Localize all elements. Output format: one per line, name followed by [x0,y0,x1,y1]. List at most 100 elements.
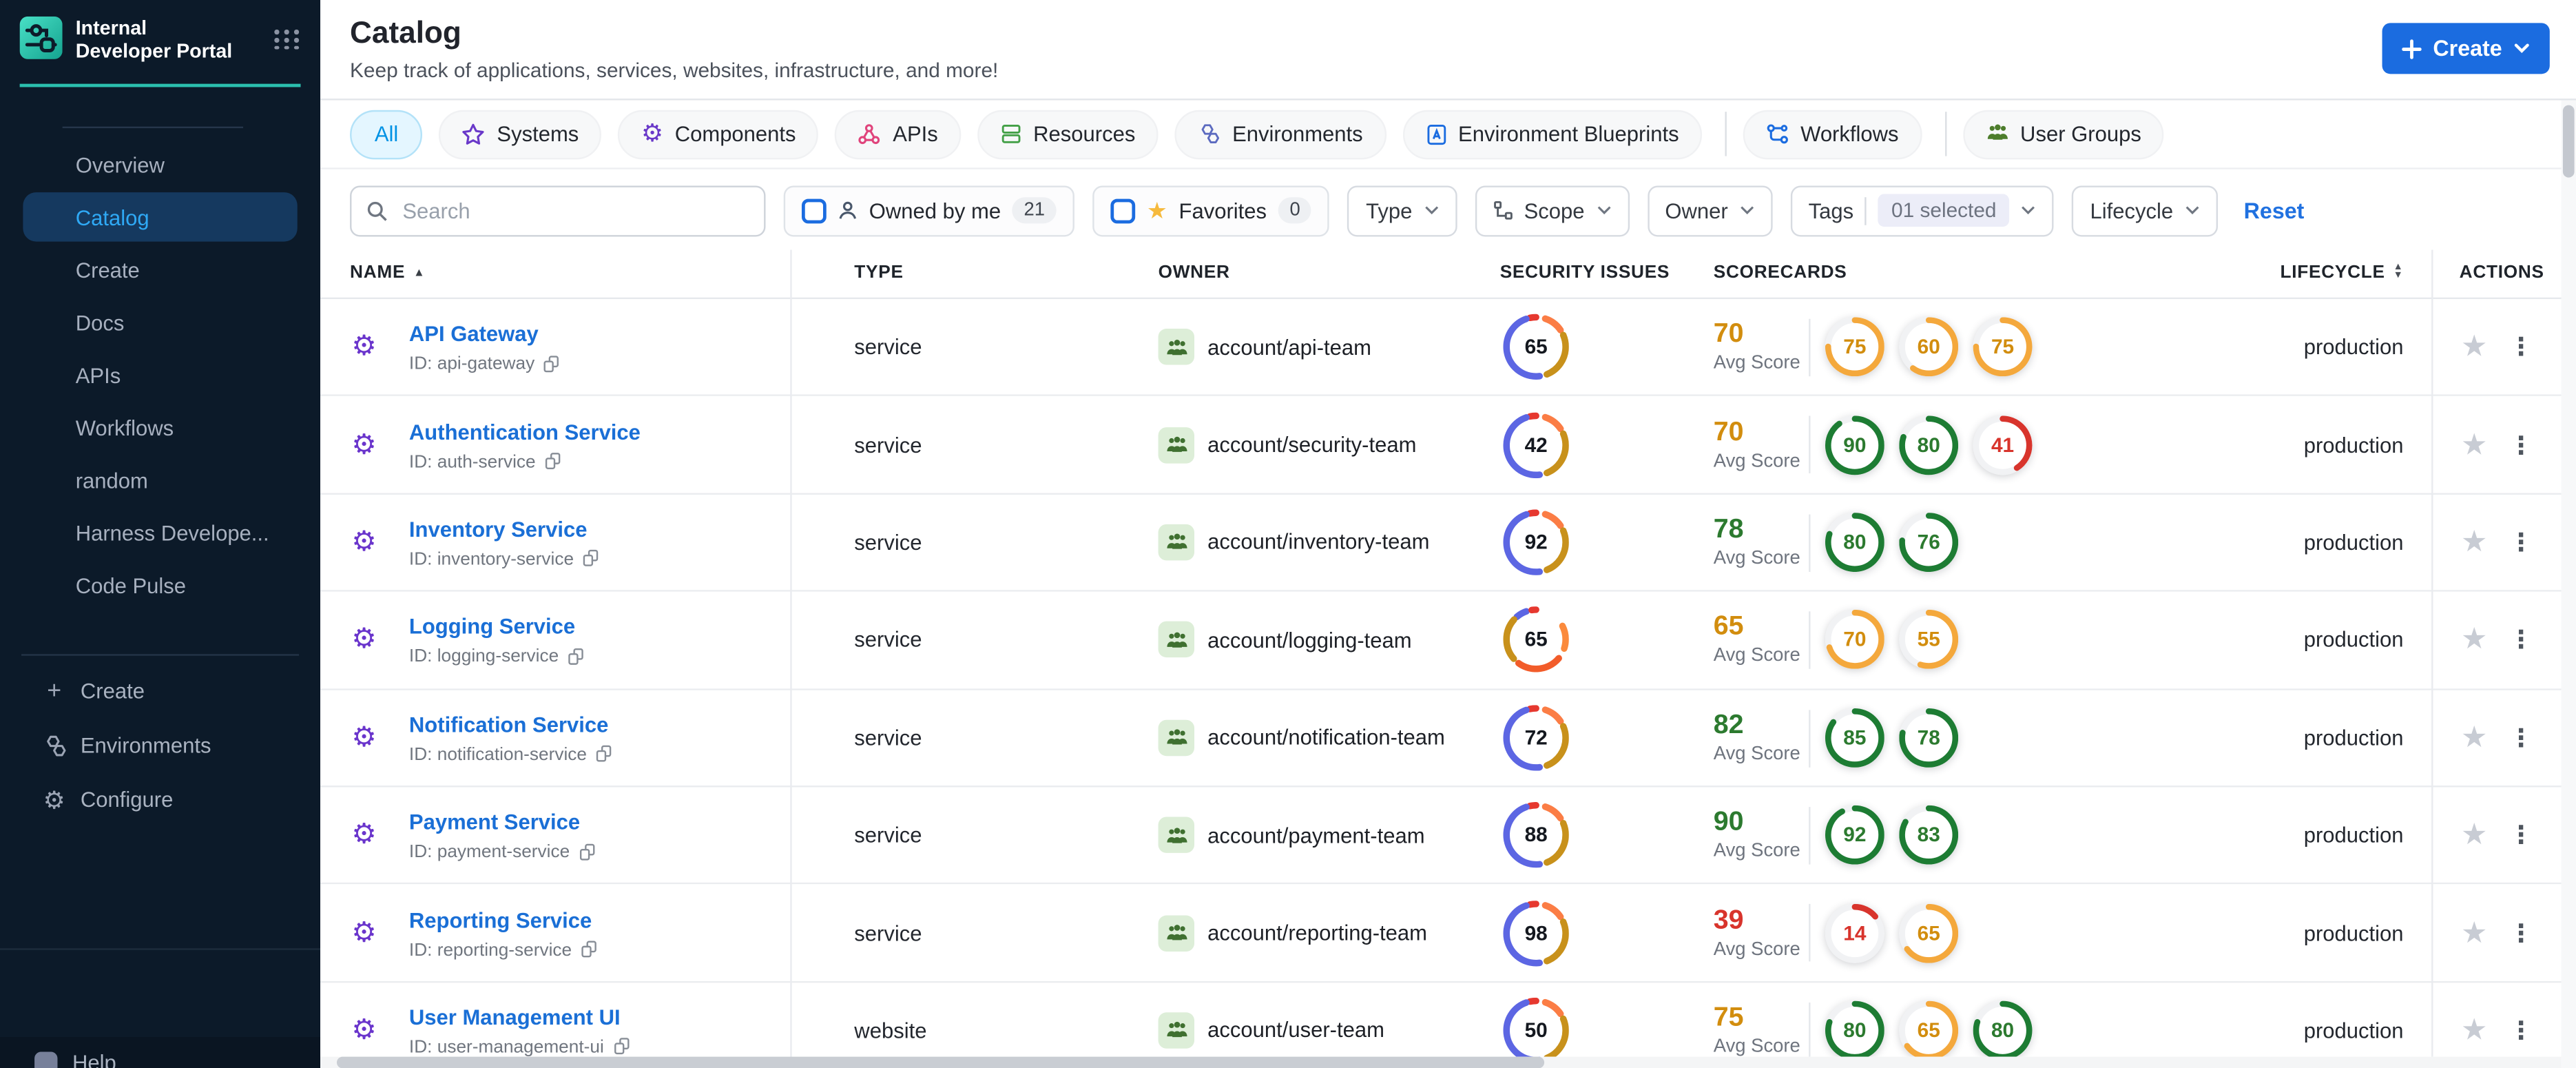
favorite-star-icon[interactable]: ★ [2461,623,2487,657]
type-dropdown[interactable]: Type [1347,185,1457,236]
scorecard-ring[interactable]: 75 [1825,317,1884,377]
scorecard-ring[interactable]: 85 [1825,708,1884,768]
scorecard-ring[interactable]: 92 [1825,805,1884,865]
sidebar-item-apis[interactable]: APIs [0,349,320,401]
security-issues-ring[interactable]: 92 [1503,509,1569,575]
tab-resources[interactable]: Resources [977,109,1159,159]
app-grid-icon[interactable] [274,29,300,50]
scorecard-ring[interactable]: 80 [1825,513,1884,572]
sidebar-bottom-create[interactable]: + Create [0,664,320,719]
entity-name-link[interactable]: User Management UI [409,1005,621,1029]
scorecard-ring[interactable]: 83 [1899,805,1959,865]
owned-by-me-filter[interactable]: Owned by me 21 [783,185,1074,236]
owned-by-me-checkbox[interactable] [801,198,827,223]
favorite-star-icon[interactable]: ★ [2461,818,2487,852]
entity-name-link[interactable]: Payment Service [409,810,580,834]
scorecard-ring[interactable]: 60 [1899,317,1959,377]
entity-name-link[interactable]: Logging Service [409,615,575,639]
horizontal-scrollbar-thumb[interactable] [336,1056,1545,1068]
security-issues-ring[interactable]: 65 [1503,314,1569,380]
scorecard-ring[interactable]: 78 [1899,708,1959,768]
scorecard-ring[interactable]: 65 [1899,1000,1959,1057]
vertical-scrollbar[interactable] [2561,100,2576,1068]
security-issues-ring[interactable]: 72 [1503,704,1569,771]
create-button[interactable]: Create [2382,23,2550,74]
sidebar-bottom-environments[interactable]: Environments [0,718,320,772]
row-menu-icon[interactable]: ⋮ [2509,528,2533,557]
tab-environment-blueprints[interactable]: Environment Blueprints [1402,109,1702,159]
entity-name-link[interactable]: Notification Service [409,712,609,737]
sidebar-item-workflows[interactable]: Workflows [0,401,320,453]
security-issues-ring[interactable]: 65 [1503,606,1569,673]
vertical-scrollbar-thumb[interactable] [2562,105,2575,178]
copy-icon[interactable] [614,1038,632,1056]
tab-apis[interactable]: APIs [835,109,962,159]
copy-icon[interactable] [583,550,601,568]
row-menu-icon[interactable]: ⋮ [2509,723,2533,752]
tab-workflows[interactable]: Workflows [1743,109,1922,159]
copy-icon[interactable] [581,941,599,959]
tab-all[interactable]: All [350,109,424,159]
column-header-lifecycle[interactable]: LIFECYCLE ▲ ▼ [2128,263,2404,283]
entity-name-link[interactable]: Authentication Service [409,419,641,444]
scorecard-ring[interactable]: 75 [1973,317,2033,377]
row-menu-icon[interactable]: ⋮ [2509,332,2533,362]
copy-icon[interactable] [544,355,563,373]
security-issues-ring[interactable]: 42 [1503,411,1569,478]
column-header-name[interactable]: NAME ▲ [350,263,425,283]
scorecard-ring[interactable]: 55 [1899,610,1959,670]
favorite-star-icon[interactable]: ★ [2461,525,2487,559]
copy-icon[interactable] [579,843,598,861]
scorecard-ring[interactable]: 76 [1899,513,1959,572]
row-menu-icon[interactable]: ⋮ [2509,918,2533,948]
sidebar-item-overview[interactable]: Overview [0,138,320,190]
tab-components[interactable]: ⚙ Components [618,109,819,159]
scorecard-ring[interactable]: 80 [1899,415,1959,475]
scorecard-ring[interactable]: 70 [1825,610,1884,670]
scorecard-ring[interactable]: 65 [1899,903,1959,963]
scorecard-ring[interactable]: 80 [1973,1000,2033,1057]
row-menu-icon[interactable]: ⋮ [2509,821,2533,850]
favorite-star-icon[interactable]: ★ [2461,720,2487,754]
horizontal-scrollbar[interactable] [320,1056,2562,1068]
scorecard-ring[interactable]: 14 [1825,903,1884,963]
favorites-checkbox[interactable] [1110,198,1136,223]
scorecard-ring[interactable]: 80 [1825,1000,1884,1057]
entity-name-link[interactable]: API Gateway [409,322,539,347]
tags-dropdown[interactable]: Tags 01 selected [1790,185,2054,236]
sidebar-item-harness-developer[interactable]: Harness Develope... [0,506,320,559]
favorite-star-icon[interactable]: ★ [2461,427,2487,462]
sidebar-item-docs[interactable]: Docs [0,296,320,348]
scorecard-ring[interactable]: 41 [1973,415,2033,475]
search-input[interactable] [399,196,728,225]
scope-dropdown[interactable]: Scope [1475,185,1629,236]
tab-environments[interactable]: Environments [1174,109,1386,159]
copy-icon[interactable] [568,648,587,666]
scorecard-ring[interactable]: 90 [1825,415,1884,475]
sidebar-item-code-pulse[interactable]: Code Pulse [0,559,320,611]
security-issues-ring[interactable]: 50 [1503,997,1569,1057]
sidebar-item-catalog[interactable]: Catalog [23,192,298,242]
sidebar-item-random[interactable]: random [0,453,320,506]
favorite-star-icon[interactable]: ★ [2461,916,2487,950]
security-issues-ring[interactable]: 88 [1503,802,1569,868]
entity-name-link[interactable]: Inventory Service [409,517,588,542]
security-issues-ring[interactable]: 98 [1503,899,1569,966]
tab-systems[interactable]: Systems [439,109,602,159]
favorite-star-icon[interactable]: ★ [2461,1013,2487,1047]
tab-user-groups[interactable]: User Groups [1962,109,2165,159]
sidebar-bottom-configure[interactable]: ⚙ Configure [0,772,320,827]
entity-name-link[interactable]: Reporting Service [409,907,592,932]
copy-icon[interactable] [545,453,563,471]
row-menu-icon[interactable]: ⋮ [2509,1016,2533,1045]
owner-dropdown[interactable]: Owner [1647,185,1773,236]
lifecycle-dropdown[interactable]: Lifecycle [2072,185,2218,236]
row-menu-icon[interactable]: ⋮ [2509,430,2533,460]
copy-icon[interactable] [596,746,614,763]
favorite-star-icon[interactable]: ★ [2461,330,2487,364]
reset-filters-link[interactable]: Reset [2244,198,2305,223]
sidebar-item-create[interactable]: Create [0,243,320,296]
favorites-filter[interactable]: ★ Favorites 0 [1092,185,1330,236]
row-menu-icon[interactable]: ⋮ [2509,625,2533,655]
sidebar-item-help[interactable]: Help [34,1050,116,1068]
